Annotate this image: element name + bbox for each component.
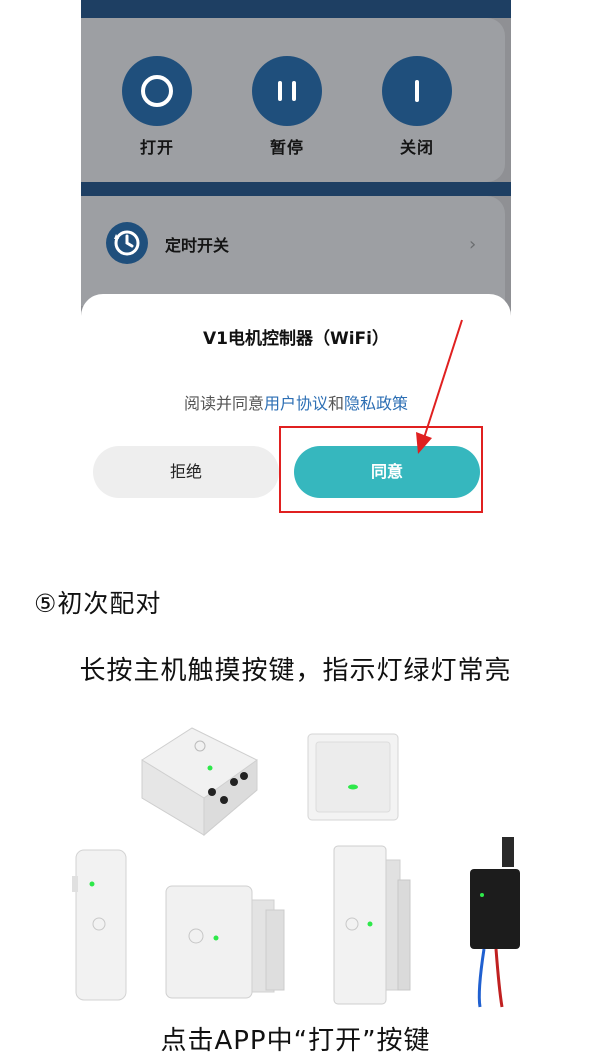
reject-button[interactable]: 拒绝 [93, 446, 279, 498]
timer-switch-row[interactable]: 定时开关 › [81, 196, 505, 306]
pause-icon [252, 56, 322, 126]
agreement-and: 和 [328, 394, 345, 413]
privacy-policy-link[interactable]: 隐私政策 [344, 394, 408, 413]
close-label: 关闭 [399, 138, 434, 157]
din-rail-module [141, 727, 258, 837]
open-label: 打开 [139, 138, 174, 157]
pause-label: 暂停 [269, 138, 304, 157]
close-control[interactable]: 关闭 [382, 56, 452, 158]
power-off-icon [382, 56, 452, 126]
pause-control[interactable]: 暂停 [252, 56, 322, 158]
control-card: 打开 暂停 关闭 [81, 18, 505, 182]
chevron-right-icon: › [469, 234, 477, 255]
step-title: ⑤初次配对 [34, 589, 162, 618]
app-header-band [81, 0, 511, 18]
open-control[interactable]: 打开 [122, 56, 192, 158]
ribbed-controller [333, 845, 411, 1005]
black-receiver [470, 837, 520, 1008]
user-agreement-link[interactable]: 用户协议 [264, 394, 328, 413]
pointer-arrow-icon [416, 319, 463, 454]
bottom-caption: 点击APP中“打开”按键 [160, 1026, 431, 1056]
section-divider [81, 182, 511, 196]
slim-controller [72, 849, 127, 1001]
step-description: 长按主机触摸按键，指示灯绿灯常亮 [79, 656, 512, 686]
wall-switch [307, 733, 399, 821]
power-ring-icon [122, 56, 192, 126]
square-motor [165, 885, 285, 999]
timer-switch-label: 定时开关 [165, 236, 230, 255]
device-photos [0, 710, 591, 1015]
clock-icon [106, 222, 148, 264]
agreement-prefix: 阅读并同意 [183, 394, 264, 413]
